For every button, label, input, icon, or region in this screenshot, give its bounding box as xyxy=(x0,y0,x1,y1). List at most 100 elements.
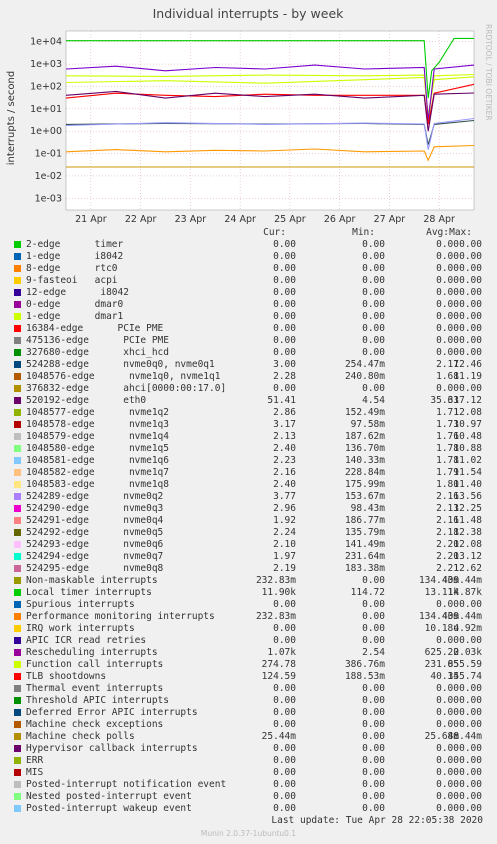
legend-swatch xyxy=(14,457,21,464)
legend-label: 524290-edge nvme0q3 xyxy=(26,503,164,514)
legend-max: 0.00 xyxy=(459,755,482,766)
legend-label: Nested posted-interrupt event xyxy=(26,791,192,802)
legend-max: 14.87k xyxy=(447,587,482,598)
legend-row: Performance monitoring interrupts 232.83m… xyxy=(0,611,497,623)
legend-max: 48.44m xyxy=(447,731,482,742)
legend-row: 1048579-edge nvme1q4 2.13 187.62m 1.76 10.48 xyxy=(0,431,497,443)
legend-row: Rescheduling interrupts 1.07k 2.54 625.20 2.… xyxy=(0,647,497,659)
legend-cur: 2.86 xyxy=(273,407,296,418)
legend-max: 855.59 xyxy=(447,659,482,670)
legend-label: Function call interrupts xyxy=(26,659,164,670)
legend-row: 524289-edge nvme0q2 3.77 153.67m 2.16 13.56 xyxy=(0,491,497,503)
legend-cur: 0.00 xyxy=(273,803,296,814)
legend-row: ERR 0.00 0.00 0.00 0.00 xyxy=(0,755,497,767)
legend-max: 11.40 xyxy=(453,479,482,490)
legend-swatch xyxy=(14,613,21,620)
legend-label: 524289-edge nvme0q2 xyxy=(26,491,164,502)
legend-swatch xyxy=(14,349,21,356)
legend-min: 175.99m xyxy=(344,479,385,490)
legend-row: Posted-interrupt notification event 0.00 0… xyxy=(0,779,497,791)
y-tick-label: 1e+00 xyxy=(30,126,62,137)
legend-min: 0.00 xyxy=(362,683,385,694)
legend-max: 0.00 xyxy=(459,791,482,802)
legend-max: 11.19 xyxy=(453,371,482,382)
legend-min: 0.00 xyxy=(362,299,385,310)
legend-swatch xyxy=(14,589,21,596)
legend-row: 376832-edge ahci[0000:00:17.0] 0.00 0.00 0.… xyxy=(0,383,497,395)
legend-header: Cur: Min: Avg: Max: xyxy=(0,227,497,239)
legend-swatch xyxy=(14,577,21,584)
legend-cur: 0.00 xyxy=(273,239,296,250)
legend-max: 0.00 xyxy=(459,779,482,790)
legend-row: MIS 0.00 0.00 0.00 0.00 xyxy=(0,767,497,779)
legend-max: 13.56 xyxy=(453,491,482,502)
legend-label: Non-maskable interrupts xyxy=(26,575,158,586)
legend-cur: 2.19 xyxy=(273,563,296,574)
legend-row: APIC ICR read retries 0.00 0.00 0.00 0.00 xyxy=(0,635,497,647)
legend-swatch xyxy=(14,421,21,428)
legend-min: 0.00 xyxy=(362,275,385,286)
legend-row: Nested posted-interrupt event 0.00 0.00 0.0… xyxy=(0,791,497,803)
legend-cur: 0.00 xyxy=(273,287,296,298)
legend-max: 0.00 xyxy=(459,251,482,262)
legend-row: TLB shootdowns 124.59 188.53m 40.14 355.74 xyxy=(0,671,497,683)
legend-row: 1048581-edge nvme1q6 2.23 140.33m 1.78 11.02 xyxy=(0,455,497,467)
legend-max: 0.00 xyxy=(459,635,482,646)
legend-cur: 1.97 xyxy=(273,551,296,562)
legend-label: Deferred Error APIC interrupts xyxy=(26,707,198,718)
legend-swatch xyxy=(14,481,21,488)
legend-label: Spurious interrupts xyxy=(26,599,135,610)
legend-max: 0.00 xyxy=(459,767,482,778)
legend-max: 0.00 xyxy=(459,287,482,298)
legend-max: 409.44m xyxy=(441,611,482,622)
legend-cur: 3.00 xyxy=(273,359,296,370)
munin-footer: Munin 2.0.37-1ubuntu0.1 xyxy=(200,829,297,838)
legend-min: 0.00 xyxy=(362,731,385,742)
legend-swatch xyxy=(14,661,21,668)
y-axis-label: interrupts / second xyxy=(6,71,17,165)
legend-max: 0.00 xyxy=(459,299,482,310)
legend-swatch xyxy=(14,805,21,812)
legend-cur: 2.23 xyxy=(273,455,296,466)
legend-label: 376832-edge ahci[0000:00:17.0] xyxy=(26,383,227,394)
legend-row: Spurious interrupts 0.00 0.00 0.00 0.00 xyxy=(0,599,497,611)
legend-min: 0.00 xyxy=(362,695,385,706)
legend-swatch xyxy=(14,517,21,524)
legend-cur: 0.00 xyxy=(273,275,296,286)
legend-swatch xyxy=(14,649,21,656)
legend-max: 12.38 xyxy=(453,527,482,538)
legend-row: Local timer interrupts 11.90k 114.72 13.11k… xyxy=(0,587,497,599)
legend-swatch xyxy=(14,241,21,248)
legend-max: 4.92m xyxy=(453,623,482,634)
legend-swatch xyxy=(14,409,21,416)
legend-max: 0.00 xyxy=(459,263,482,274)
legend-max: 409.44m xyxy=(441,575,482,586)
legend-row: Non-maskable interrupts 232.83m 0.00 134.43… xyxy=(0,575,497,587)
legend-cur: 0.00 xyxy=(273,335,296,346)
legend-cur: 2.13 xyxy=(273,431,296,442)
legend-swatch xyxy=(14,541,21,548)
legend-max: 317.12 xyxy=(447,395,482,406)
legend-swatch xyxy=(14,253,21,260)
legend-min: 0.00 xyxy=(362,791,385,802)
legend-swatch xyxy=(14,601,21,608)
legend-swatch xyxy=(14,385,21,392)
legend-max: 10.88 xyxy=(453,443,482,454)
legend-swatch xyxy=(14,745,21,752)
legend-max: 12.62 xyxy=(453,563,482,574)
legend-cur: 3.17 xyxy=(273,419,296,430)
legend-swatch xyxy=(14,565,21,572)
legend-cur: 51.41 xyxy=(267,395,296,406)
legend-swatch xyxy=(14,709,21,716)
legend-row: 9-fasteoi acpi 0.00 0.00 0.00 0.00 xyxy=(0,275,497,287)
legend-cur: 274.78 xyxy=(261,659,296,670)
legend-row: 524294-edge nvme0q7 1.97 231.64m 2.20 13.12 xyxy=(0,551,497,563)
legend-row: 1048580-edge nvme1q5 2.40 136.70m 1.78 10.88 xyxy=(0,443,497,455)
legend-row: 524290-edge nvme0q3 2.96 98.43m 2.13 12.25 xyxy=(0,503,497,515)
legend-cur: 2.10 xyxy=(273,539,296,550)
legend-max: 0.00 xyxy=(459,347,482,358)
legend-cur: 2.40 xyxy=(273,443,296,454)
legend-swatch xyxy=(14,373,21,380)
legend-label: APIC ICR read retries xyxy=(26,635,147,646)
legend-cur: 0.00 xyxy=(273,323,296,334)
